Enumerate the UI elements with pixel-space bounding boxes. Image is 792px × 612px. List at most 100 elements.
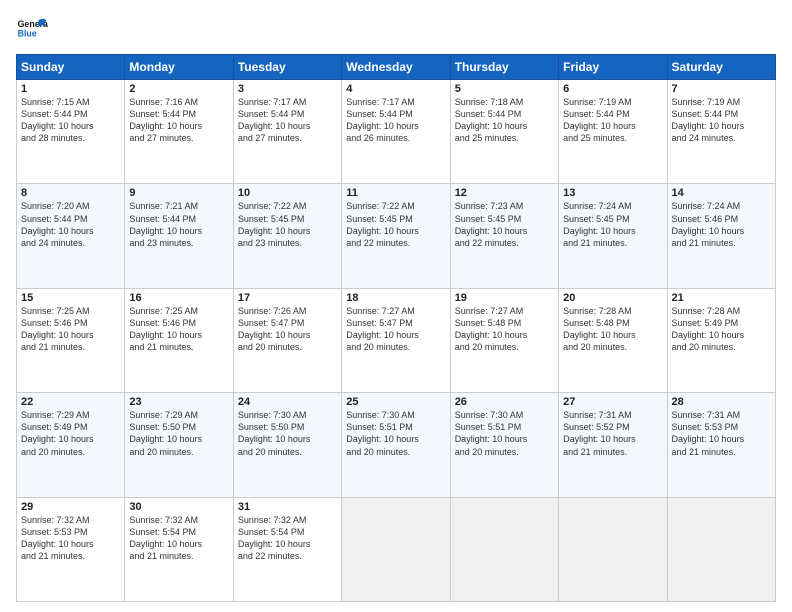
day-info: Sunrise: 7:18 AM Sunset: 5:44 PM Dayligh… [455,96,554,145]
day-number: 1 [21,83,120,95]
day-info: Sunrise: 7:15 AM Sunset: 5:44 PM Dayligh… [21,96,120,145]
day-cell: 1Sunrise: 7:15 AM Sunset: 5:44 PM Daylig… [17,80,125,184]
day-info: Sunrise: 7:31 AM Sunset: 5:52 PM Dayligh… [563,409,662,458]
day-info: Sunrise: 7:30 AM Sunset: 5:51 PM Dayligh… [346,409,445,458]
day-cell: 17Sunrise: 7:26 AM Sunset: 5:47 PM Dayli… [233,288,341,392]
day-number: 9 [129,187,228,199]
day-cell: 25Sunrise: 7:30 AM Sunset: 5:51 PM Dayli… [342,393,450,497]
header-row: SundayMondayTuesdayWednesdayThursdayFrid… [17,55,776,80]
day-number: 6 [563,83,662,95]
day-info: Sunrise: 7:30 AM Sunset: 5:51 PM Dayligh… [455,409,554,458]
day-number: 14 [672,187,771,199]
day-cell: 30Sunrise: 7:32 AM Sunset: 5:54 PM Dayli… [125,497,233,601]
day-number: 5 [455,83,554,95]
day-number: 19 [455,292,554,304]
day-number: 16 [129,292,228,304]
day-info: Sunrise: 7:32 AM Sunset: 5:53 PM Dayligh… [21,514,120,563]
day-cell: 27Sunrise: 7:31 AM Sunset: 5:52 PM Dayli… [559,393,667,497]
day-info: Sunrise: 7:19 AM Sunset: 5:44 PM Dayligh… [563,96,662,145]
day-info: Sunrise: 7:27 AM Sunset: 5:48 PM Dayligh… [455,305,554,354]
day-info: Sunrise: 7:26 AM Sunset: 5:47 PM Dayligh… [238,305,337,354]
day-number: 29 [21,501,120,513]
day-cell: 2Sunrise: 7:16 AM Sunset: 5:44 PM Daylig… [125,80,233,184]
day-number: 7 [672,83,771,95]
day-number: 26 [455,396,554,408]
day-number: 17 [238,292,337,304]
day-cell: 26Sunrise: 7:30 AM Sunset: 5:51 PM Dayli… [450,393,558,497]
day-cell: 21Sunrise: 7:28 AM Sunset: 5:49 PM Dayli… [667,288,775,392]
day-number: 25 [346,396,445,408]
calendar-table: SundayMondayTuesdayWednesdayThursdayFrid… [16,54,776,602]
day-number: 4 [346,83,445,95]
day-cell: 3Sunrise: 7:17 AM Sunset: 5:44 PM Daylig… [233,80,341,184]
logo: General Blue [16,14,48,46]
day-number: 28 [672,396,771,408]
day-cell: 16Sunrise: 7:25 AM Sunset: 5:46 PM Dayli… [125,288,233,392]
week-row-1: 1Sunrise: 7:15 AM Sunset: 5:44 PM Daylig… [17,80,776,184]
day-cell: 29Sunrise: 7:32 AM Sunset: 5:53 PM Dayli… [17,497,125,601]
header: General Blue [16,14,776,46]
day-number: 18 [346,292,445,304]
day-info: Sunrise: 7:20 AM Sunset: 5:44 PM Dayligh… [21,200,120,249]
day-info: Sunrise: 7:17 AM Sunset: 5:44 PM Dayligh… [346,96,445,145]
day-info: Sunrise: 7:25 AM Sunset: 5:46 PM Dayligh… [21,305,120,354]
day-cell [667,497,775,601]
day-cell: 22Sunrise: 7:29 AM Sunset: 5:49 PM Dayli… [17,393,125,497]
day-number: 15 [21,292,120,304]
day-cell: 31Sunrise: 7:32 AM Sunset: 5:54 PM Dayli… [233,497,341,601]
day-number: 13 [563,187,662,199]
svg-text:Blue: Blue [18,28,37,38]
logo-icon: General Blue [16,14,48,46]
day-info: Sunrise: 7:19 AM Sunset: 5:44 PM Dayligh… [672,96,771,145]
day-info: Sunrise: 7:28 AM Sunset: 5:49 PM Dayligh… [672,305,771,354]
day-number: 23 [129,396,228,408]
day-cell: 20Sunrise: 7:28 AM Sunset: 5:48 PM Dayli… [559,288,667,392]
day-info: Sunrise: 7:32 AM Sunset: 5:54 PM Dayligh… [238,514,337,563]
day-cell: 6Sunrise: 7:19 AM Sunset: 5:44 PM Daylig… [559,80,667,184]
week-row-2: 8Sunrise: 7:20 AM Sunset: 5:44 PM Daylig… [17,184,776,288]
day-cell: 19Sunrise: 7:27 AM Sunset: 5:48 PM Dayli… [450,288,558,392]
day-cell: 23Sunrise: 7:29 AM Sunset: 5:50 PM Dayli… [125,393,233,497]
day-number: 24 [238,396,337,408]
week-row-5: 29Sunrise: 7:32 AM Sunset: 5:53 PM Dayli… [17,497,776,601]
day-number: 8 [21,187,120,199]
day-cell: 12Sunrise: 7:23 AM Sunset: 5:45 PM Dayli… [450,184,558,288]
day-header-friday: Friday [559,55,667,80]
day-cell: 9Sunrise: 7:21 AM Sunset: 5:44 PM Daylig… [125,184,233,288]
day-number: 12 [455,187,554,199]
day-info: Sunrise: 7:27 AM Sunset: 5:47 PM Dayligh… [346,305,445,354]
week-row-4: 22Sunrise: 7:29 AM Sunset: 5:49 PM Dayli… [17,393,776,497]
day-cell: 14Sunrise: 7:24 AM Sunset: 5:46 PM Dayli… [667,184,775,288]
day-number: 2 [129,83,228,95]
day-number: 20 [563,292,662,304]
day-number: 21 [672,292,771,304]
day-info: Sunrise: 7:30 AM Sunset: 5:50 PM Dayligh… [238,409,337,458]
page: General Blue SundayMondayTuesdayWednesda… [0,0,792,612]
day-header-wednesday: Wednesday [342,55,450,80]
day-info: Sunrise: 7:23 AM Sunset: 5:45 PM Dayligh… [455,200,554,249]
day-cell: 24Sunrise: 7:30 AM Sunset: 5:50 PM Dayli… [233,393,341,497]
day-info: Sunrise: 7:31 AM Sunset: 5:53 PM Dayligh… [672,409,771,458]
day-header-tuesday: Tuesday [233,55,341,80]
day-number: 11 [346,187,445,199]
day-header-thursday: Thursday [450,55,558,80]
day-cell [342,497,450,601]
day-info: Sunrise: 7:22 AM Sunset: 5:45 PM Dayligh… [346,200,445,249]
day-cell [559,497,667,601]
calendar-body: 1Sunrise: 7:15 AM Sunset: 5:44 PM Daylig… [17,80,776,602]
day-cell: 10Sunrise: 7:22 AM Sunset: 5:45 PM Dayli… [233,184,341,288]
day-info: Sunrise: 7:32 AM Sunset: 5:54 PM Dayligh… [129,514,228,563]
day-cell: 4Sunrise: 7:17 AM Sunset: 5:44 PM Daylig… [342,80,450,184]
day-cell [450,497,558,601]
day-cell: 15Sunrise: 7:25 AM Sunset: 5:46 PM Dayli… [17,288,125,392]
day-info: Sunrise: 7:16 AM Sunset: 5:44 PM Dayligh… [129,96,228,145]
day-number: 22 [21,396,120,408]
day-cell: 18Sunrise: 7:27 AM Sunset: 5:47 PM Dayli… [342,288,450,392]
day-cell: 11Sunrise: 7:22 AM Sunset: 5:45 PM Dayli… [342,184,450,288]
day-cell: 8Sunrise: 7:20 AM Sunset: 5:44 PM Daylig… [17,184,125,288]
day-info: Sunrise: 7:17 AM Sunset: 5:44 PM Dayligh… [238,96,337,145]
day-header-monday: Monday [125,55,233,80]
day-info: Sunrise: 7:22 AM Sunset: 5:45 PM Dayligh… [238,200,337,249]
day-info: Sunrise: 7:25 AM Sunset: 5:46 PM Dayligh… [129,305,228,354]
calendar-header: SundayMondayTuesdayWednesdayThursdayFrid… [17,55,776,80]
